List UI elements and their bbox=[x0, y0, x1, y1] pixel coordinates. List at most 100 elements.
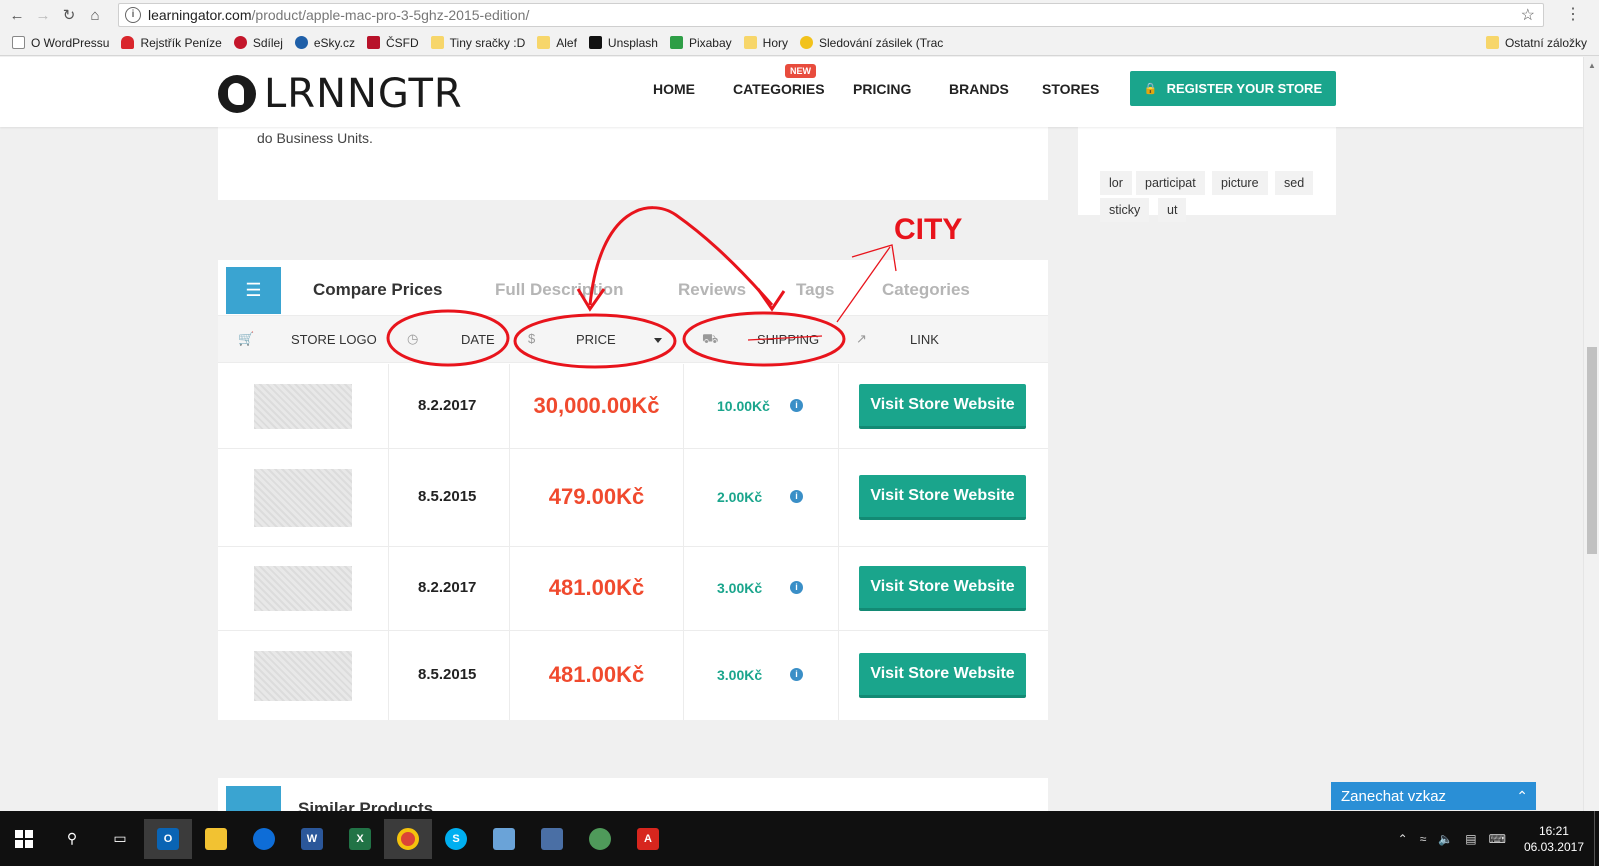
outlook-icon[interactable]: O bbox=[144, 818, 192, 859]
info-icon[interactable]: i bbox=[790, 668, 803, 681]
list-menu-icon[interactable]: ☰ bbox=[226, 267, 281, 314]
site-logo[interactable]: LRNNGTR bbox=[218, 71, 463, 117]
row-price: 30,000.00Kč bbox=[533, 393, 660, 418]
tag-item[interactable]: picture bbox=[1212, 171, 1268, 195]
bookmark-item[interactable]: Sdílej bbox=[233, 36, 283, 50]
register-store-button[interactable]: 🔒 REGISTER YOUR STORE bbox=[1130, 71, 1336, 106]
back-icon[interactable]: ← bbox=[4, 2, 30, 28]
store-logo[interactable] bbox=[254, 651, 352, 701]
row-date: 8.5.2015 bbox=[418, 488, 477, 505]
tab-reviews[interactable]: Reviews bbox=[678, 280, 746, 300]
wifi-icon[interactable]: ≈ bbox=[1420, 832, 1427, 846]
info-icon[interactable]: i bbox=[790, 399, 803, 412]
skype-icon[interactable]: S bbox=[432, 819, 480, 859]
tag-item[interactable]: participat bbox=[1136, 171, 1205, 195]
info-icon[interactable]: i bbox=[790, 581, 803, 594]
row-shipping: 3.00Kč bbox=[717, 667, 763, 683]
acrobat-icon[interactable]: A bbox=[624, 819, 672, 859]
compare-prices-card: ☰ Compare Prices Full Description Review… bbox=[218, 260, 1048, 720]
scroll-up-icon[interactable]: ▲ bbox=[1588, 61, 1596, 70]
tab-tags[interactable]: Tags bbox=[796, 280, 834, 300]
folder-icon bbox=[743, 36, 757, 49]
nav-stores[interactable]: STORES bbox=[1042, 81, 1099, 97]
chevron-up-icon[interactable]: ⌃ bbox=[1516, 788, 1528, 805]
calculator-icon[interactable] bbox=[480, 819, 528, 859]
folder-icon bbox=[430, 36, 444, 49]
volume-icon[interactable]: 🔈 bbox=[1438, 832, 1453, 846]
table-row: 8.2.2017 481.00Kč 3.00Kč i Visit Store W… bbox=[218, 547, 1048, 631]
site-info-icon[interactable]: i bbox=[125, 7, 141, 23]
bookmark-item[interactable]: O WordPressu bbox=[12, 36, 109, 50]
store-logo[interactable] bbox=[254, 469, 352, 527]
scrollbar-thumb[interactable] bbox=[1587, 347, 1597, 554]
bookmark-item[interactable]: Tiny sračky :D bbox=[430, 36, 525, 50]
excel-icon[interactable]: X bbox=[336, 819, 384, 859]
page-scrollbar[interactable]: ▲ ▼ bbox=[1583, 57, 1599, 826]
nav-brands[interactable]: BRANDS bbox=[949, 81, 1009, 97]
nav-home[interactable]: HOME bbox=[653, 81, 695, 97]
bookmark-item[interactable]: Rejstřík Peníze bbox=[121, 36, 222, 50]
teamviewer-icon[interactable] bbox=[240, 819, 288, 859]
bookmark-item[interactable]: Unsplash bbox=[588, 36, 658, 50]
visit-store-button[interactable]: Visit Store Website bbox=[859, 653, 1026, 698]
reload-icon[interactable]: ↻ bbox=[56, 2, 82, 28]
store-logo[interactable] bbox=[254, 384, 352, 429]
page-viewport: do Business Units. featured hi-res image… bbox=[0, 57, 1583, 826]
notification-icon[interactable]: ▤ bbox=[1465, 832, 1476, 846]
row-date: 8.2.2017 bbox=[418, 397, 477, 414]
tab-full-description[interactable]: Full Description bbox=[495, 280, 623, 300]
share-icon bbox=[233, 36, 247, 49]
globe-app-icon[interactable] bbox=[576, 819, 624, 859]
nav-categories-label: CATEGORIES bbox=[733, 81, 825, 97]
home-icon[interactable]: ⌂ bbox=[82, 2, 108, 28]
tag-item[interactable]: sed bbox=[1275, 171, 1314, 195]
sort-caret-icon[interactable] bbox=[654, 338, 662, 343]
cloud-icon bbox=[121, 36, 135, 49]
chat-widget[interactable]: Zanechat vzkaz ⌃ bbox=[1331, 782, 1536, 810]
description-text: do Business Units. bbox=[257, 130, 373, 146]
info-icon[interactable]: i bbox=[790, 490, 803, 503]
remote-desktop-icon[interactable] bbox=[528, 819, 576, 859]
esky-icon bbox=[294, 36, 308, 49]
bookmark-star-icon[interactable]: ☆ bbox=[1521, 5, 1535, 25]
tag-item[interactable]: sticky bbox=[1100, 198, 1150, 222]
forward-icon[interactable]: → bbox=[30, 2, 56, 28]
store-logo[interactable] bbox=[254, 566, 352, 611]
tag-item[interactable]: lor bbox=[1100, 171, 1132, 195]
column-shipping[interactable]: SHIPPING bbox=[757, 332, 819, 347]
word-icon[interactable]: W bbox=[288, 819, 336, 859]
browser-menu-icon[interactable]: ⋮ bbox=[1565, 4, 1581, 24]
nav-categories[interactable]: CATEGORIES NEW bbox=[733, 64, 825, 97]
bookmark-item[interactable]: ČSFD bbox=[367, 36, 419, 50]
visit-store-button[interactable]: Visit Store Website bbox=[859, 566, 1026, 611]
file-explorer-icon[interactable] bbox=[192, 819, 240, 859]
tag-item[interactable]: ut bbox=[1158, 198, 1187, 222]
logo-mark-icon bbox=[218, 75, 256, 113]
bookmark-item[interactable]: Pixabay bbox=[669, 36, 732, 50]
task-view-icon[interactable]: ▭ bbox=[96, 819, 144, 859]
column-price[interactable]: PRICE bbox=[576, 332, 616, 347]
show-desktop-button[interactable] bbox=[1594, 811, 1599, 866]
bookmark-item[interactable]: Sledování zásilek (Trac bbox=[800, 36, 943, 50]
column-date[interactable]: DATE bbox=[461, 332, 495, 347]
nav-pricing[interactable]: PRICING bbox=[853, 81, 911, 97]
column-store-logo[interactable]: STORE LOGO bbox=[291, 332, 377, 347]
visit-store-button[interactable]: Visit Store Website bbox=[859, 475, 1026, 520]
tab-compare-prices[interactable]: Compare Prices bbox=[313, 280, 442, 300]
search-icon[interactable]: ⚲ bbox=[48, 819, 96, 859]
bookmark-item[interactable]: eSky.cz bbox=[294, 36, 355, 50]
tab-categories[interactable]: Categories bbox=[882, 280, 970, 300]
visit-store-button[interactable]: Visit Store Website bbox=[859, 384, 1026, 429]
site-header: LRNNGTR HOME CATEGORIES NEW PRICING BRAN… bbox=[0, 57, 1583, 127]
column-link[interactable]: LINK bbox=[910, 332, 939, 347]
clock[interactable]: 16:21 06.03.2017 bbox=[1524, 823, 1584, 855]
other-bookmarks[interactable]: Ostatní záložky bbox=[1485, 36, 1587, 50]
tray-chevron-icon[interactable]: ⌃ bbox=[1398, 832, 1408, 846]
windows-start-icon[interactable] bbox=[0, 819, 48, 859]
clock-icon: ◷ bbox=[407, 331, 419, 346]
keyboard-icon[interactable]: ⌨ bbox=[1489, 832, 1506, 846]
address-bar[interactable]: i learningator.com/product/apple-mac-pro… bbox=[118, 3, 1544, 27]
chrome-icon[interactable] bbox=[384, 818, 432, 859]
bookmark-item[interactable]: Hory bbox=[743, 36, 788, 50]
bookmark-item[interactable]: Alef bbox=[537, 36, 577, 50]
